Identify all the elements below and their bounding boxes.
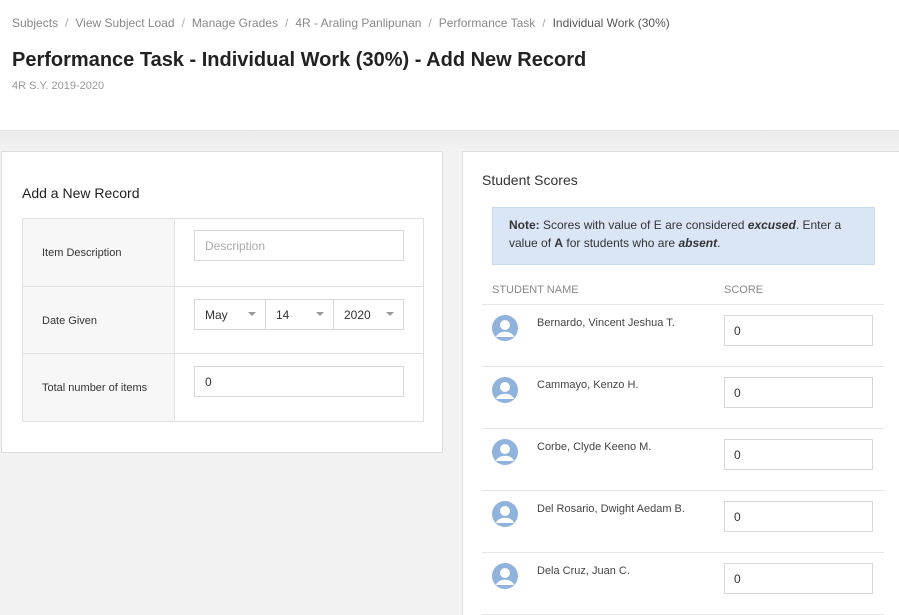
table-row: Del Rosario, Dwight Aedam B. 0: [482, 491, 884, 553]
note-excused: excused: [747, 218, 796, 232]
item-description-input[interactable]: Description: [194, 230, 404, 261]
score-input[interactable]: 0: [724, 315, 873, 346]
breadcrumb-separator: /: [65, 16, 69, 30]
total-items-row: Total number of items 0: [23, 353, 423, 421]
year-select[interactable]: 2020: [333, 299, 404, 330]
breadcrumb-subjects[interactable]: Subjects: [12, 16, 58, 30]
page-header: Subjects / View Subject Load / Manage Grades…: [0, 0, 899, 131]
table-row: Cammayo, Kenzo H. 0: [482, 367, 884, 429]
total-items-label: Total number of items: [23, 354, 175, 421]
student-name: Del Rosario, Dwight Aedam B.: [537, 503, 685, 515]
day-value: 14: [276, 307, 290, 322]
note-prefix: Note:: [509, 218, 540, 232]
page-subtitle: 4R S.Y. 2019-2020: [12, 80, 105, 92]
breadcrumb-current: Individual Work (30%): [552, 16, 670, 30]
year-value: 2020: [344, 307, 371, 322]
note-text: for students who are: [563, 236, 679, 250]
table-row: Corbe, Clyde Keeno M. 0: [482, 429, 884, 491]
user-avatar-icon: [492, 439, 518, 465]
month-value: May: [205, 307, 228, 322]
date-given-label: Date Given: [23, 287, 175, 354]
breadcrumb-view-subject-load[interactable]: View Subject Load: [75, 16, 174, 30]
breadcrumb-performance-task[interactable]: Performance Task: [439, 16, 536, 30]
breadcrumb-separator: /: [284, 16, 289, 30]
table-row: Dela Cruz, Juan C. 0: [482, 553, 884, 615]
caret-down-icon: [316, 312, 324, 316]
user-avatar-icon: [492, 377, 518, 403]
day-select[interactable]: 14: [265, 299, 334, 330]
column-header-student-name: STUDENT NAME: [492, 284, 579, 296]
date-given-row: Date Given May 14 2020: [23, 286, 423, 354]
student-name: Cammayo, Kenzo H.: [537, 379, 639, 391]
breadcrumb-subject[interactable]: 4R - Araling Panlipunan: [295, 16, 421, 30]
user-avatar-icon: [492, 563, 518, 589]
score-input[interactable]: 0: [724, 563, 873, 594]
score-input[interactable]: 0: [724, 501, 873, 532]
breadcrumb-manage-grades[interactable]: Manage Grades: [192, 16, 278, 30]
breadcrumb-separator: /: [542, 16, 546, 30]
score-input[interactable]: 0: [724, 439, 873, 470]
caret-down-icon: [248, 312, 256, 316]
caret-down-icon: [386, 312, 394, 316]
breadcrumb-separator: /: [428, 16, 432, 30]
student-name: Corbe, Clyde Keeno M.: [537, 441, 652, 453]
student-name: Dela Cruz, Juan C.: [537, 565, 630, 577]
student-name: Bernardo, Vincent Jeshua T.: [537, 317, 675, 329]
note-text: Scores with value of E are considered: [539, 218, 748, 232]
breadcrumb: Subjects / View Subject Load / Manage Grades…: [12, 16, 670, 30]
note-alert: Note: Scores with value of E are conside…: [492, 207, 875, 265]
item-description-label: Item Description: [23, 219, 175, 287]
user-avatar-icon: [492, 315, 518, 341]
note-absent: absent: [678, 236, 718, 250]
column-header-score: SCORE: [724, 284, 764, 296]
header-shadow: [0, 132, 899, 152]
item-description-row: Item Description Description: [23, 219, 423, 287]
note-a: A: [554, 236, 564, 250]
total-items-input[interactable]: 0: [194, 366, 404, 397]
add-record-card: Add a New Record Item Description Descri…: [1, 151, 443, 453]
student-scores-title: Student Scores: [482, 172, 578, 188]
score-input[interactable]: 0: [724, 377, 873, 408]
student-scores-card: Student Scores Note: Scores with value o…: [462, 151, 899, 615]
user-avatar-icon: [492, 501, 518, 527]
breadcrumb-separator: /: [181, 16, 185, 30]
add-record-title: Add a New Record: [22, 185, 140, 201]
table-row: Bernardo, Vincent Jeshua T. 0: [482, 305, 884, 367]
month-select[interactable]: May: [194, 299, 266, 330]
page-title: Performance Task - Individual Work (30%)…: [12, 49, 587, 71]
record-form: Item Description Description Date Given …: [22, 218, 424, 422]
note-text: .: [717, 236, 721, 250]
